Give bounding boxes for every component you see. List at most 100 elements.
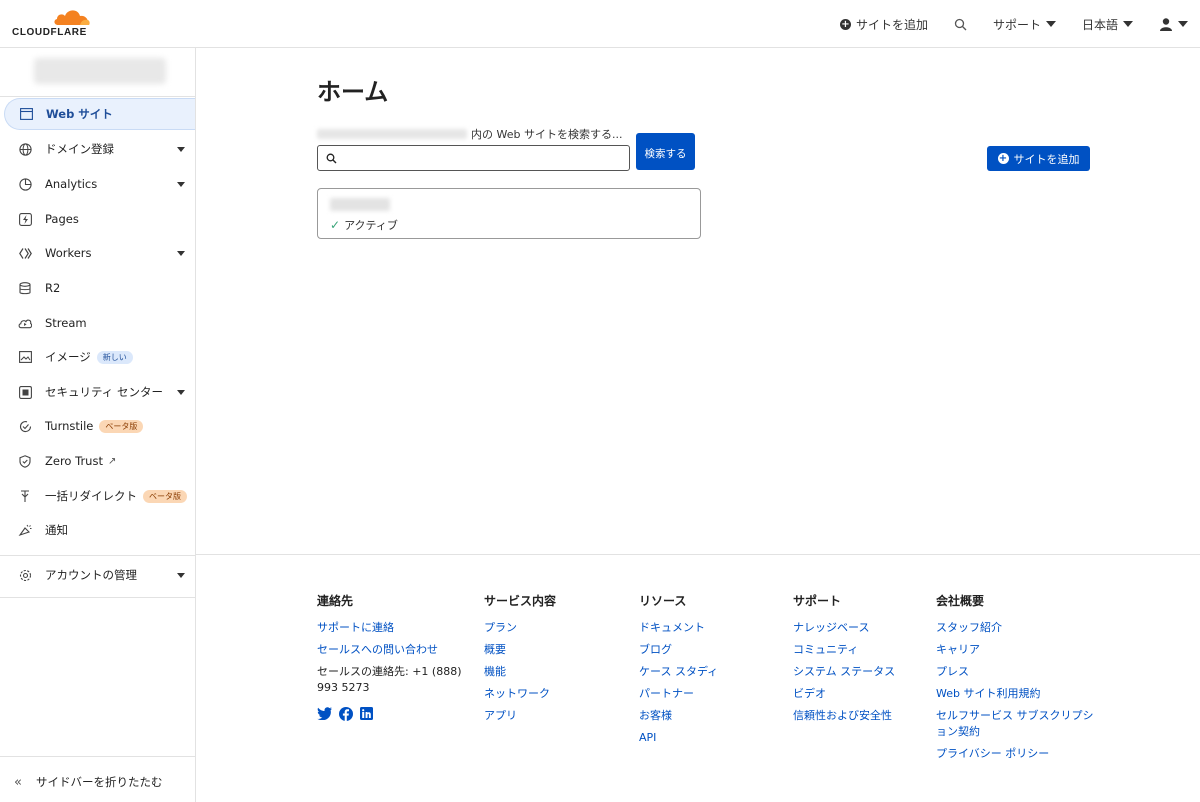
twitter-icon[interactable] [317,706,332,721]
logo-text: CLOUDFLARE [12,27,87,38]
sidebar-item-security-center[interactable]: セキュリティ センター [4,376,195,408]
footer-link[interactable]: スタッフ紹介 [936,617,1096,639]
language-menu[interactable]: 日本語 [1082,16,1133,33]
sidebar-item-label: R2 [45,281,61,295]
search-top-button[interactable] [954,18,967,31]
chevron-down-icon [177,390,185,395]
sidebar-item-label: Workers [45,246,92,260]
footer-link[interactable]: お客様 [639,705,718,727]
cloudflare-logo[interactable]: CLOUDFLARE [12,8,96,40]
sidebar-item-stream[interactable]: Stream [4,307,195,339]
sidebar-item-notifications[interactable]: 通知 [4,514,195,546]
footer-link[interactable]: アプリ [484,705,556,727]
search-label: 内の Web サイトを検索する... [317,126,622,142]
chevron-down-icon [1178,21,1188,27]
footer-link[interactable]: キャリア [936,639,1096,661]
sidebar-item-label: セキュリティ センター [45,385,163,399]
footer-link[interactable]: プラン [484,617,556,639]
collapse-sidebar-button[interactable]: « サイドバーを折りたたむ [14,774,162,790]
social-links [317,706,472,721]
footer-link[interactable]: ナレッジベース [793,617,895,639]
sidebar-item-pages[interactable]: Pages [4,203,195,235]
divider [0,597,196,598]
footer-link[interactable]: システム ステータス [793,661,895,683]
site-name-redacted [330,198,390,211]
footer-link[interactable]: ドキュメント [639,617,718,639]
footer-link[interactable]: Web サイト利用規約 [936,683,1096,705]
sidebar-item-websites[interactable]: Web サイト [4,98,195,130]
footer-link[interactable]: プレス [936,661,1096,683]
top-bar: CLOUDFLARE + サイトを追加 サポート 日本語 [0,0,1200,48]
linkedin-icon[interactable] [359,706,374,721]
database-icon [18,281,32,295]
footer-link[interactable]: ビデオ [793,683,895,705]
code-diamond-icon [18,246,32,260]
sales-phone-text: セールスの連絡先: +1 (888) 993 5273 [317,665,462,694]
account-name-redacted[interactable] [34,58,166,84]
user-icon [1160,18,1172,31]
divider [0,96,196,97]
browser-window-icon [19,107,33,121]
image-icon [18,350,32,364]
footer-heading: リソース [639,594,687,608]
facebook-icon[interactable] [338,706,353,721]
site-card[interactable]: ✓ アクティブ [317,188,701,239]
sidebar-item-domain-registration[interactable]: ドメイン登録 [4,133,195,165]
footer-link[interactable]: プライバシー ポリシー [936,743,1096,765]
footer-link[interactable]: セルフサービス サブスクリプション契約 [936,708,1096,740]
pie-chart-icon [18,177,32,191]
shield-square-icon [18,385,32,399]
footer-link[interactable]: ネットワーク [484,683,556,705]
footer-link[interactable]: コミュニティ [793,639,895,661]
new-badge: 新しい [96,350,133,364]
footer-link[interactable]: ケース スタディ [639,661,718,683]
footer-heading: 会社概要 [936,594,985,608]
footer-link[interactable]: 概要 [484,639,556,661]
user-menu[interactable] [1159,17,1188,31]
sidebar-item-label: Turnstile [45,419,94,433]
sidebar-item-label: Pages [45,212,79,226]
chevron-down-icon [177,251,185,256]
sidebar-item-r2[interactable]: R2 [4,272,195,304]
cloud-play-icon [18,316,32,330]
sidebar-item-workers[interactable]: Workers [4,237,195,269]
footer-link[interactable]: パートナー [639,683,718,705]
support-menu[interactable]: サポート [993,16,1056,33]
site-search-field[interactable] [317,145,630,171]
footer-link[interactable]: 機能 [484,661,556,683]
globe-icon [18,142,32,156]
sidebar-item-turnstile[interactable]: Turnstile ベータ版 [4,410,195,442]
footer-column-contact: 連絡先 サポートに連絡 セールスへの問い合わせ セールスの連絡先: +1 (88… [317,592,472,721]
footer-link[interactable]: セールスへの問い合わせ [317,639,472,661]
add-site-button[interactable]: + サイトを追加 [987,146,1090,171]
search-label-text: 内の Web サイトを検索する... [471,128,623,141]
footer-link[interactable]: API [639,727,718,749]
support-label: サポート [992,17,1041,32]
sidebar-item-images[interactable]: イメージ 新しい [4,341,195,373]
sidebar-item-label: Stream [45,316,87,330]
sidebar-item-label: Web サイト [46,107,113,121]
sidebar-item-label: ドメイン登録 [45,142,114,156]
search-button[interactable]: 検索する [636,133,695,170]
footer-link[interactable]: 信頼性および安全性 [793,705,895,727]
page-title: ホーム [317,78,389,106]
sidebar-item-account-management[interactable]: アカウントの管理 [4,559,195,591]
site-status-label: アクティブ [344,219,398,232]
sidebar-item-bulk-redirects[interactable]: 一括リダイレクト ベータ版 [4,480,195,512]
sidebar-item-label: イメージ [45,350,91,364]
chevron-down-icon [177,573,185,578]
beta-badge: ベータ版 [99,419,144,433]
footer-link[interactable]: ブログ [639,639,718,661]
gear-icon [18,568,32,582]
add-site-top-button[interactable]: + サイトを追加 [839,16,928,33]
sidebar-item-label: 一括リダイレクト [45,489,137,503]
beta-badge: ベータ版 [143,489,187,503]
sidebar-item-zero-trust[interactable]: Zero Trust ↗ [4,445,195,477]
language-label: 日本語 [1081,17,1118,32]
external-link-icon: ↗ [107,455,117,467]
site-search-input[interactable] [343,151,629,165]
footer-link[interactable]: サポートに連絡 [317,617,472,639]
footer-heading: サポート [793,594,842,608]
add-site-label: サイトを追加 [1013,152,1080,166]
sidebar-item-analytics[interactable]: Analytics [4,168,195,200]
